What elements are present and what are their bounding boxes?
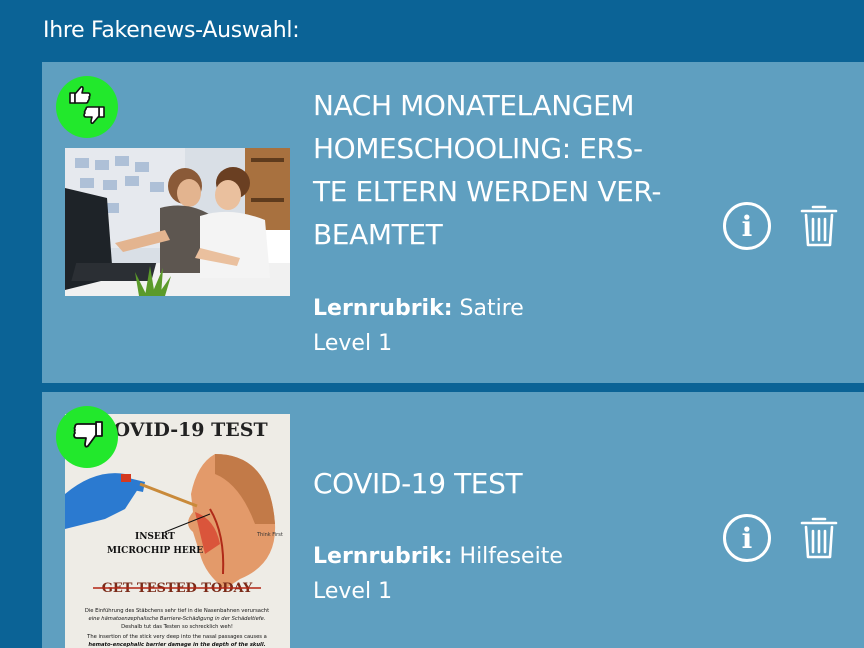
badge-thumbs-up-down [56,76,118,138]
poster-side-text: Think First [256,532,283,538]
news-card[interactable]: COVID-19 TEST INSERT MICROCHIP HERE Thin… [42,392,864,648]
poster-caption: hemato-encephalic barrier damage in the … [88,642,265,648]
delete-button[interactable] [799,514,839,560]
title-line: HOMESCHOOLING: ERS- [313,132,643,165]
thumbs-down-icon [68,416,106,458]
trash-icon [799,205,839,252]
poster-label: MICROCHIP HERE [107,546,203,556]
news-card[interactable]: NACH MONATELANGEM HOMESCHOOLING: ERS- TE… [42,62,864,383]
page-title: Ihre Fakenews-Auswahl: [43,18,300,43]
info-icon: i [741,521,753,555]
rubric-value: Hilfeseite [459,544,563,569]
info-icon: i [741,209,753,243]
news-title[interactable]: COVID-19 TEST [313,462,683,505]
poster-caption: The insertion of the stick very deep int… [86,634,267,640]
title-line: COVID-19 TEST [313,467,523,500]
poster-caption: eine hämatoenzephalische Barriere-Schädi… [89,616,266,622]
rubric-label: Lernrubrik: [313,544,453,569]
info-button[interactable]: i [723,202,771,250]
title-line: NACH MONATELANGEM [313,89,635,122]
rubric-row: Lernrubrik: Hilfeseite [313,539,563,574]
rubric-label: Lernrubrik: [313,296,453,321]
trash-icon [799,517,839,564]
thumbs-up-down-icon [66,84,108,130]
delete-button[interactable] [799,202,839,248]
poster-label: INSERT [135,532,175,542]
news-meta: Lernrubrik: Satire Level 1 [313,291,524,361]
title-line: BEAMTET [313,218,443,251]
poster-caption: Die Einführung des Stäbchens sehr tief i… [85,608,269,614]
level-text: Level 1 [313,331,393,356]
news-meta: Lernrubrik: Hilfeseite Level 1 [313,539,563,609]
title-line: TE ELTERN WERDEN VER- [313,175,662,208]
rubric-value: Satire [459,296,524,321]
poster-headline: COVID-19 TEST [98,419,267,441]
news-thumbnail[interactable] [65,148,290,296]
level-text: Level 1 [313,579,393,604]
poster-caption: Deshalb tut das Testen so schrecklich we… [121,624,233,630]
info-button[interactable]: i [723,514,771,562]
rubric-row: Lernrubrik: Satire [313,291,524,326]
badge-thumbs-down [56,406,118,468]
news-title[interactable]: NACH MONATELANGEM HOMESCHOOLING: ERS- TE… [313,84,683,256]
